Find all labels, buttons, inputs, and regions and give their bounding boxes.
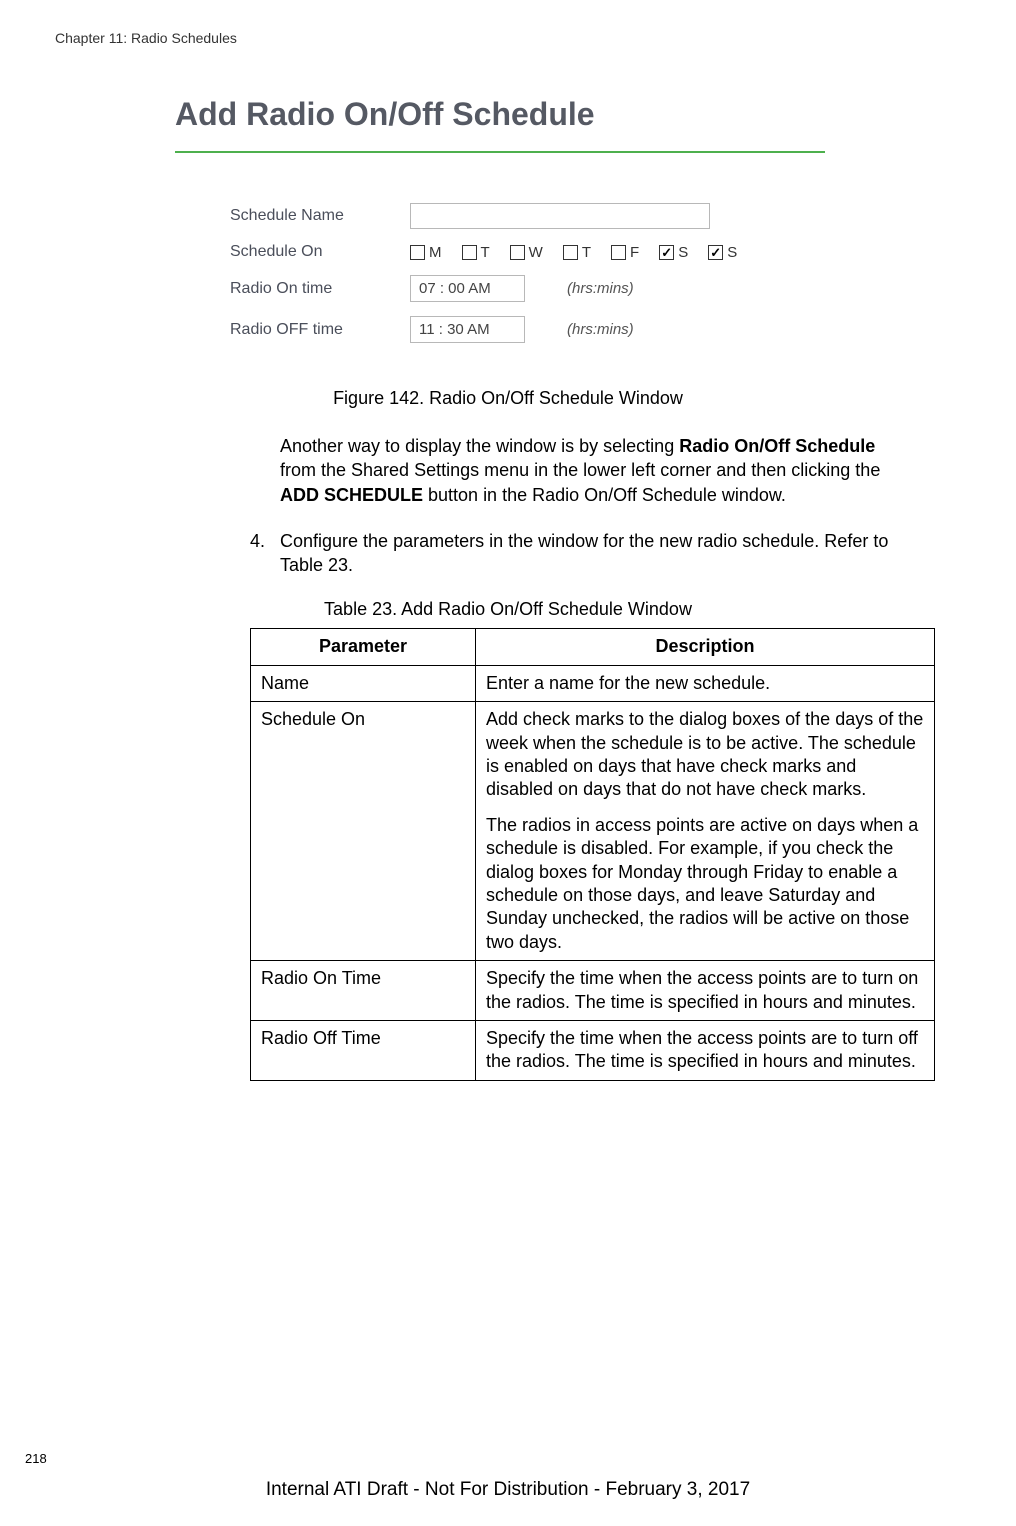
step-4: 4. Configure the parameters in the windo… xyxy=(250,529,906,578)
day-label: T xyxy=(481,244,490,261)
checkbox-fri[interactable] xyxy=(611,245,626,260)
th-parameter: Parameter xyxy=(251,629,476,665)
table-row: Radio On Time Specify the time when the … xyxy=(251,961,935,1021)
checkbox-sun[interactable] xyxy=(708,245,723,260)
schedule-on-row: Schedule On M T W T F S S xyxy=(230,243,901,261)
day-label: F xyxy=(630,244,639,261)
day-fri: F xyxy=(611,244,639,261)
radio-off-label: Radio OFF time xyxy=(230,321,410,339)
day-wed: W xyxy=(510,244,543,261)
checkbox-tue[interactable] xyxy=(462,245,477,260)
table-row: Radio Off Time Specify the time when the… xyxy=(251,1020,935,1080)
radio-on-row: Radio On time (hrs:mins) xyxy=(230,275,901,302)
para-text: Another way to display the window is by … xyxy=(280,436,679,456)
step-number: 4. xyxy=(250,529,280,578)
day-label: S xyxy=(727,244,737,261)
schedule-name-row: Schedule Name xyxy=(230,203,901,229)
hrsmins-label-1: (hrs:mins) xyxy=(567,280,634,297)
day-checkboxes: M T W T F S S xyxy=(410,244,737,261)
day-sat: S xyxy=(659,244,688,261)
cell-desc: Enter a name for the new schedule. xyxy=(476,665,935,701)
table-header-row: Parameter Description xyxy=(251,629,935,665)
figure-caption: Figure 142. Radio On/Off Schedule Window xyxy=(55,388,961,409)
footer-text: Internal ATI Draft - Not For Distributio… xyxy=(0,1479,1016,1501)
cell-param: Radio On Time xyxy=(251,961,476,1021)
schedule-name-input[interactable] xyxy=(410,203,710,229)
day-thu: T xyxy=(563,244,591,261)
radio-on-label: Radio On time xyxy=(230,280,410,298)
desc-para: Add check marks to the dialog boxes of t… xyxy=(486,708,924,802)
table-row: Name Enter a name for the new schedule. xyxy=(251,665,935,701)
day-label: W xyxy=(529,244,543,261)
hrsmins-label-2: (hrs:mins) xyxy=(567,321,634,338)
para-bold: ADD SCHEDULE xyxy=(280,485,423,505)
radio-off-row: Radio OFF time (hrs:mins) xyxy=(230,316,901,343)
radio-off-input[interactable] xyxy=(410,316,525,343)
para-bold: Radio On/Off Schedule xyxy=(679,436,875,456)
figure-container: Add Radio On/Off Schedule Schedule Name … xyxy=(175,96,901,343)
table-row: Schedule On Add check marks to the dialo… xyxy=(251,702,935,961)
checkbox-mon[interactable] xyxy=(410,245,425,260)
day-label: M xyxy=(429,244,442,261)
cell-desc: Specify the time when the access points … xyxy=(476,1020,935,1080)
day-mon: M xyxy=(410,244,442,261)
day-label: T xyxy=(582,244,591,261)
checkbox-wed[interactable] xyxy=(510,245,525,260)
cell-param: Name xyxy=(251,665,476,701)
cell-desc: Specify the time when the access points … xyxy=(476,961,935,1021)
step-text: Configure the parameters in the window f… xyxy=(280,529,906,578)
checkbox-thu[interactable] xyxy=(563,245,578,260)
schedule-on-label: Schedule On xyxy=(230,243,410,261)
parameter-table: Parameter Description Name Enter a name … xyxy=(250,628,935,1080)
para-text: button in the Radio On/Off Schedule wind… xyxy=(423,485,786,505)
title-underline xyxy=(175,151,825,153)
page-header: Chapter 11: Radio Schedules xyxy=(55,30,961,46)
page-number: 218 xyxy=(25,1451,47,1466)
day-sun: S xyxy=(708,244,737,261)
para-text: from the Shared Settings menu in the low… xyxy=(280,460,880,480)
cell-param: Schedule On xyxy=(251,702,476,961)
checkbox-sat[interactable] xyxy=(659,245,674,260)
day-label: S xyxy=(678,244,688,261)
cell-param: Radio Off Time xyxy=(251,1020,476,1080)
paragraph-1: Another way to display the window is by … xyxy=(280,434,906,507)
day-tue: T xyxy=(462,244,490,261)
desc-para: The radios in access points are active o… xyxy=(486,814,924,954)
cell-desc: Add check marks to the dialog boxes of t… xyxy=(476,702,935,961)
window-title: Add Radio On/Off Schedule xyxy=(175,96,901,133)
form-area: Schedule Name Schedule On M T W T F S S … xyxy=(230,203,901,343)
radio-on-input[interactable] xyxy=(410,275,525,302)
table-caption: Table 23. Add Radio On/Off Schedule Wind… xyxy=(55,599,961,620)
schedule-name-label: Schedule Name xyxy=(230,207,410,225)
th-description: Description xyxy=(476,629,935,665)
